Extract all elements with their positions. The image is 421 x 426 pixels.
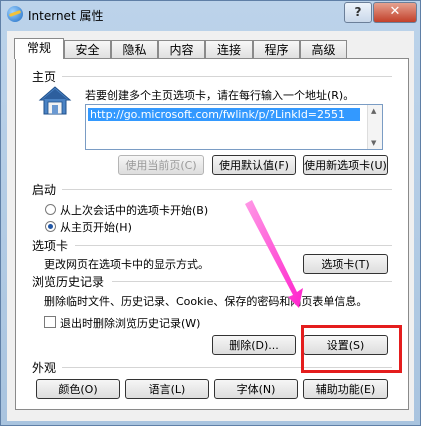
tab-general[interactable]: 常规 (14, 38, 64, 59)
settings-highlight-box (301, 325, 402, 373)
